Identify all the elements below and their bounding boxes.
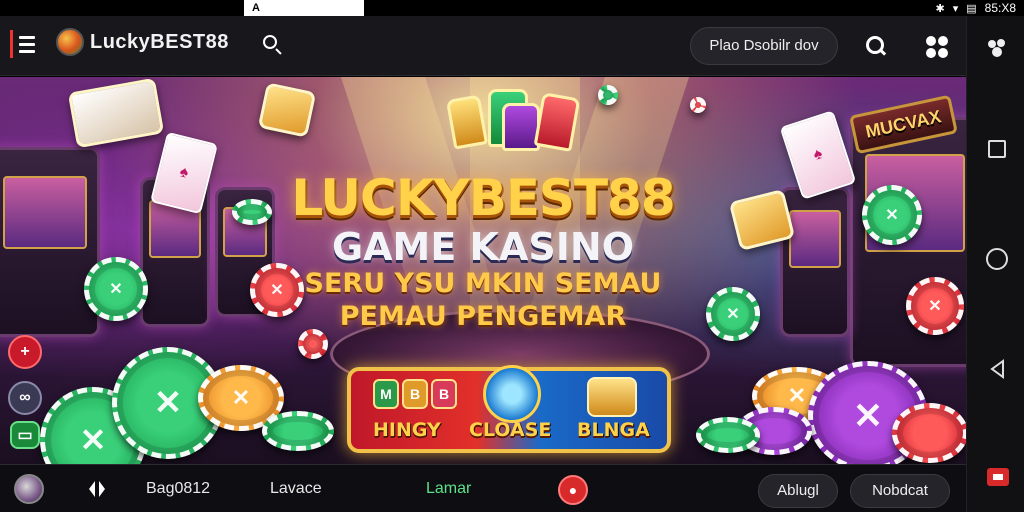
bottom-bar: Bag0812 Lavace Lamar ● Ablugl Nobdcat bbox=[0, 464, 966, 512]
search-icon[interactable] bbox=[262, 34, 284, 56]
add-icon[interactable]: + bbox=[8, 335, 42, 369]
top-header: LuckyBEST88 Plao Dsobilr dov bbox=[0, 16, 966, 76]
bottom-item-2[interactable]: Lavace bbox=[270, 480, 322, 498]
poker-chip bbox=[892, 403, 966, 463]
zoom-search-icon[interactable] bbox=[864, 34, 888, 58]
bottom-item-1[interactable]: Bag0812 bbox=[146, 480, 210, 498]
brand-logo[interactable]: LuckyBEST88 bbox=[56, 28, 229, 56]
bottom-button-left[interactable]: Ablugl bbox=[758, 474, 838, 508]
status-app-label: A bbox=[244, 0, 364, 16]
game-badge: B bbox=[402, 379, 428, 409]
game-badges: M B B bbox=[373, 379, 457, 409]
avatar[interactable] bbox=[14, 474, 44, 504]
promo-button[interactable]: Plao Dsobilr dov bbox=[690, 27, 838, 65]
slot-icon-top-left bbox=[67, 77, 165, 149]
poker-chip bbox=[696, 417, 760, 453]
bluetooth-icon: ✱ bbox=[935, 2, 945, 15]
chat-icon[interactable]: ▭ bbox=[10, 421, 40, 449]
home-icon[interactable] bbox=[986, 248, 1008, 270]
bottom-item-3[interactable]: Lamar bbox=[426, 480, 471, 498]
brand-logo-icon bbox=[56, 28, 84, 56]
treasure-icon bbox=[587, 377, 637, 417]
status-time: 85:X8 bbox=[984, 1, 1016, 15]
poker-chip bbox=[262, 411, 334, 451]
record-icon[interactable]: ● bbox=[558, 475, 588, 505]
brand-name: LuckyBEST88 bbox=[90, 30, 229, 53]
status-indicators: ✱ ▾ ▤ 85:X8 bbox=[935, 0, 1016, 16]
water-drop-icon bbox=[483, 365, 541, 423]
status-bar: A ✱ ▾ ▤ 85:X8 bbox=[0, 0, 1024, 16]
hero-title: LUCKYBEST88 bbox=[291, 169, 675, 227]
hero-tagline-2: PEMAU PENGEMAR bbox=[339, 301, 627, 332]
game-badge: M bbox=[373, 379, 399, 409]
apps-grid-icon[interactable] bbox=[926, 36, 948, 58]
system-nav-bar bbox=[966, 16, 1024, 512]
poker-chip bbox=[598, 85, 618, 105]
back-icon[interactable] bbox=[987, 358, 1009, 380]
menu-icon[interactable] bbox=[10, 30, 38, 58]
game-label-hingy[interactable]: HINGY bbox=[373, 419, 441, 441]
accessibility-icon[interactable] bbox=[985, 466, 1011, 488]
hero-banner[interactable]: MUCVAX ♠ ♠ ✕ ✕ ✕ ✕ ✕ ✕ ✕ ✕ ✕ ✕ LUCKYBEST… bbox=[0, 77, 966, 464]
hero-tagline-1: SERU YSU MKIN SEMAU bbox=[304, 268, 662, 299]
game-label-cloase[interactable]: CLOASE bbox=[469, 419, 551, 441]
battery-icon: ▤ bbox=[966, 2, 977, 15]
wifi-icon: ▾ bbox=[952, 2, 959, 15]
bottom-button-right[interactable]: Nobdcat bbox=[850, 474, 950, 508]
hero-subtitle: GAME KASINO bbox=[331, 225, 635, 269]
puzzle-icon[interactable] bbox=[985, 36, 1009, 60]
poker-chip bbox=[298, 329, 328, 359]
swap-arrows-icon[interactable] bbox=[86, 478, 108, 500]
poker-chip bbox=[690, 97, 706, 113]
game-selection-panel[interactable]: M B B HINGY CLOASE BLNGA bbox=[347, 365, 671, 453]
poker-chip-badge-icon bbox=[257, 82, 317, 138]
game-badge: B bbox=[431, 379, 457, 409]
trophy-icon bbox=[440, 89, 590, 159]
recent-apps-icon[interactable] bbox=[988, 140, 1006, 158]
link-icon[interactable]: ∞ bbox=[8, 381, 42, 415]
game-label-blnga[interactable]: BLNGA bbox=[577, 419, 650, 441]
